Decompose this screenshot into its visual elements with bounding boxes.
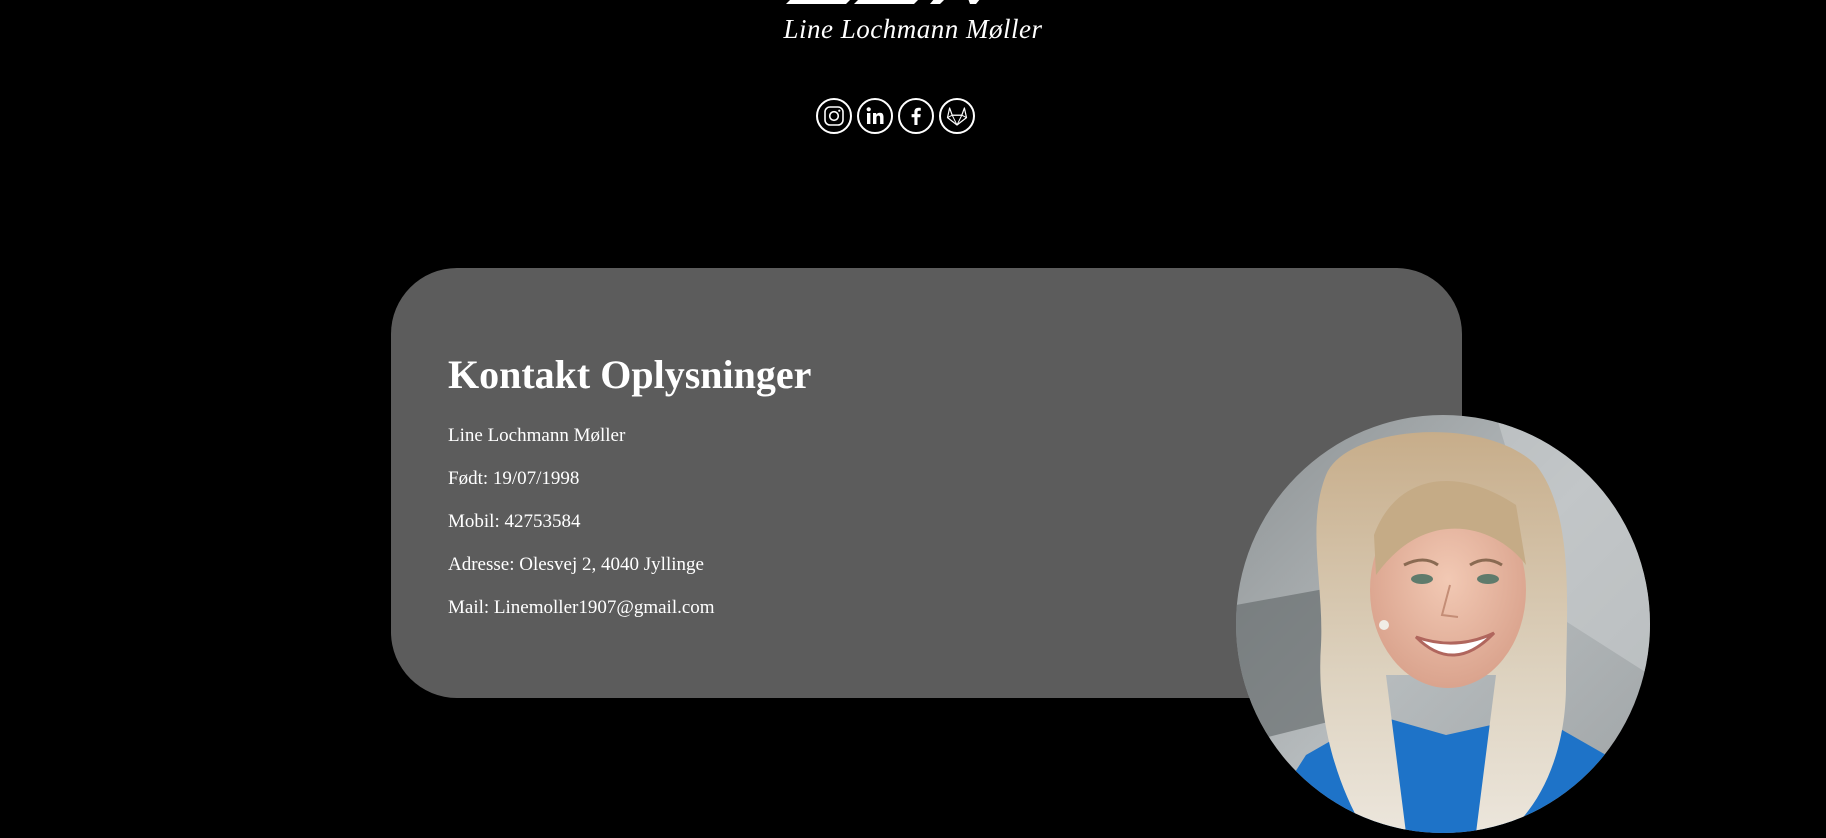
- facebook-icon: [911, 107, 921, 125]
- profile-photo: [1236, 415, 1650, 833]
- contact-birthdate: Født: 19/07/1998: [448, 468, 580, 489]
- contact-phone: Mobil: 42753584: [448, 511, 581, 532]
- contact-info-list: Line Lochmann Møller Født: 19/07/1998 Mo…: [448, 425, 715, 640]
- social-links: [816, 98, 975, 134]
- instagram-link[interactable]: [816, 98, 852, 134]
- facebook-link[interactable]: [898, 98, 934, 134]
- contact-title: Kontakt Oplysninger: [448, 352, 812, 397]
- contact-address: Adresse: Olesvej 2, 4040 Jyllinge: [448, 554, 704, 575]
- contact-email[interactable]: Mail: Linemoller1907@gmail.com: [448, 597, 715, 640]
- linkedin-icon: [866, 107, 884, 124]
- site-name: Line Lochmann Møller: [783, 14, 1043, 44]
- instagram-icon: [824, 106, 844, 126]
- logo-mark-graphic: [786, 0, 980, 4]
- linkedin-link[interactable]: [857, 98, 893, 134]
- portrait-illustration: [1236, 415, 1650, 833]
- contact-name: Line Lochmann Møller: [448, 425, 626, 446]
- page: Line Lochmann Møller Kontakt Oplysninger…: [0, 0, 1826, 838]
- gitlab-icon: [946, 107, 968, 126]
- gitlab-link[interactable]: [939, 98, 975, 134]
- logo[interactable]: [780, 0, 1010, 6]
